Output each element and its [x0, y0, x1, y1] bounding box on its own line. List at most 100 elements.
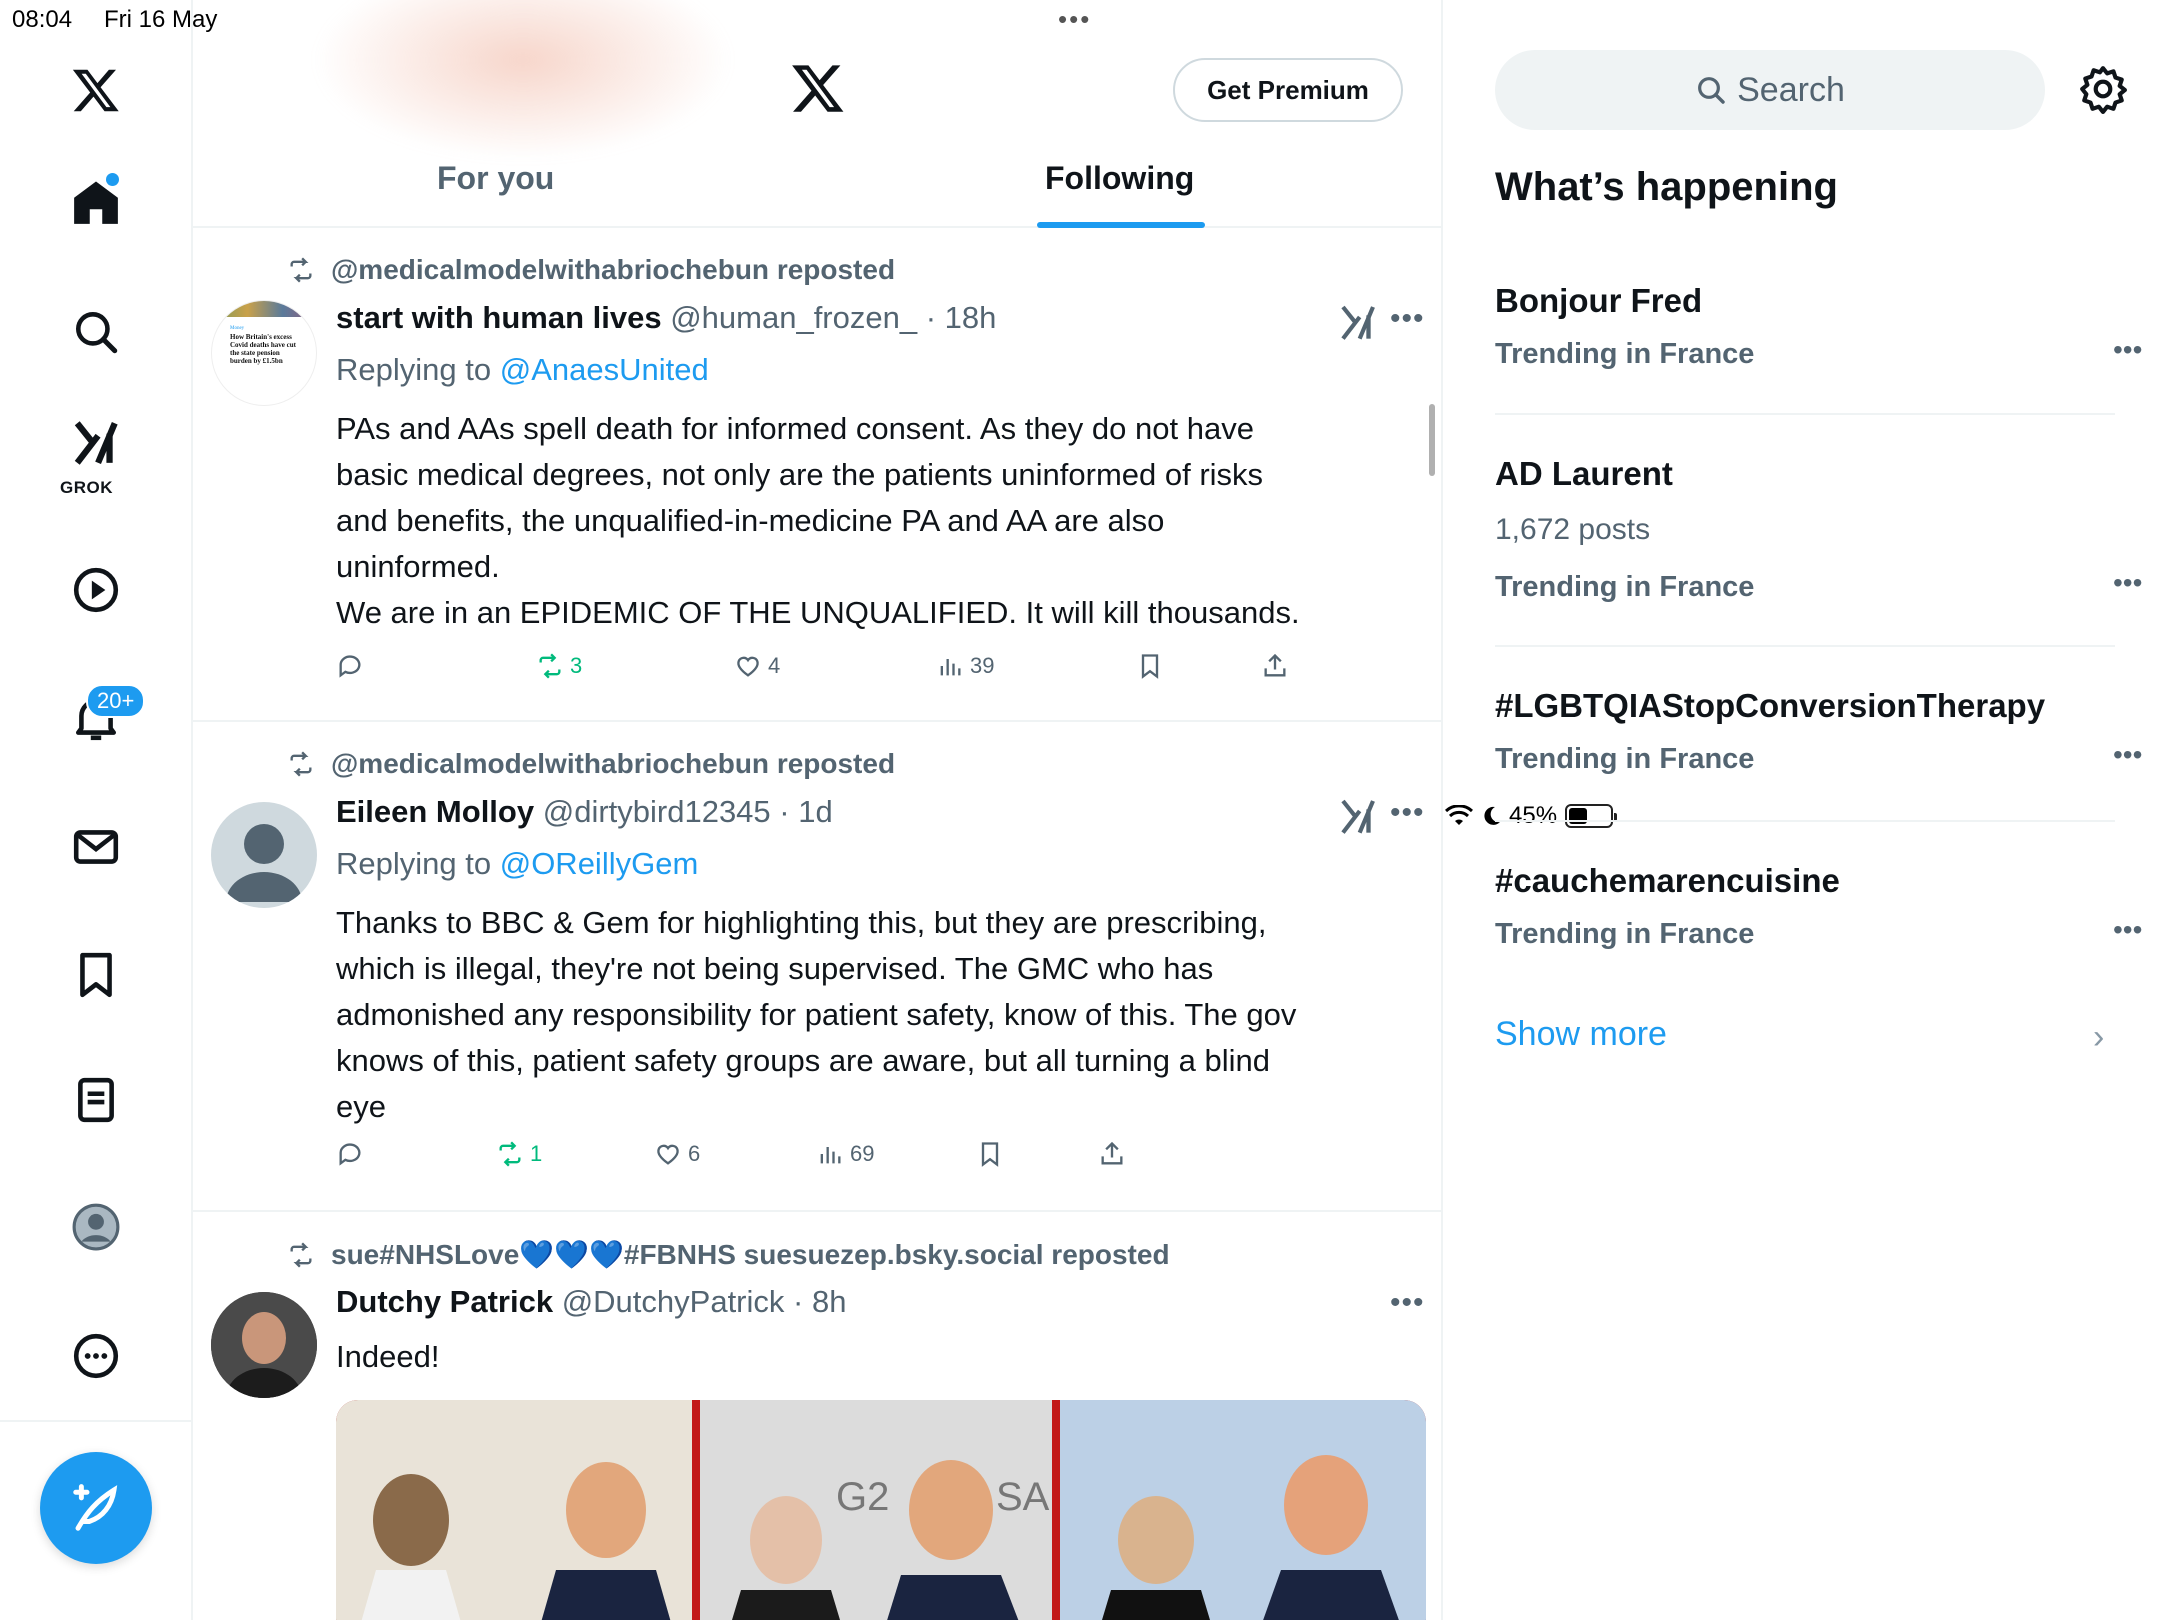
post-time[interactable]: · 8h [793, 1284, 846, 1319]
bookmark-button[interactable] [1136, 652, 1164, 680]
handle[interactable]: @human_frozen_ [670, 300, 917, 335]
search-input[interactable]: Search [1495, 50, 2045, 130]
post-author[interactable]: Dutchy Patrick @DutchyPatrick · 8h [336, 1284, 846, 1320]
repost-button[interactable]: 1 [496, 1140, 542, 1168]
views-bars-icon [820, 1147, 841, 1164]
post-actions: 3 4 39 [336, 652, 1376, 692]
profile-avatar-icon[interactable] [56, 1187, 136, 1267]
trend-more-icon[interactable]: ••• [2113, 914, 2142, 946]
display-name[interactable]: Dutchy Patrick [336, 1284, 553, 1319]
whats-happening-title: What’s happening [1495, 165, 1838, 209]
trend-context: Trending in France [1495, 918, 1755, 950]
share-button[interactable] [1261, 652, 1289, 680]
trend-item[interactable]: #LGBTQIAStopConversionTherapy Trending i… [1495, 647, 2142, 822]
trend-more-icon[interactable]: ••• [2113, 334, 2142, 366]
nav-divider [0, 1420, 193, 1422]
repost-count-icon [539, 653, 561, 679]
show-more-link[interactable]: Show more [1495, 1015, 1667, 1054]
like-button[interactable]: 4 [734, 652, 780, 680]
views-button[interactable]: 39 [936, 652, 994, 680]
default-avatar-icon [226, 824, 302, 902]
post-time[interactable]: · 1d [779, 794, 832, 829]
trend-more-icon[interactable]: ••• [2113, 567, 2142, 599]
post-more-icon[interactable]: ••• [1390, 1286, 1425, 1320]
trend-item[interactable]: Bonjour Fred Trending in France ••• [1495, 270, 2142, 415]
x-header-logo-icon[interactable] [790, 60, 846, 116]
post-time[interactable]: · 18h [926, 300, 997, 335]
grok-icon[interactable] [56, 412, 136, 472]
image-sign-text: G2 [836, 1475, 889, 1519]
trend-more-icon[interactable]: ••• [2113, 739, 2142, 771]
x-logo-icon[interactable] [56, 50, 136, 130]
get-premium-button[interactable]: Get Premium [1173, 58, 1403, 122]
explore-search-icon[interactable] [56, 292, 136, 372]
compose-post-button[interactable] [40, 1452, 152, 1564]
avatar-image-strip [212, 301, 316, 317]
post-author[interactable]: start with human lives @human_frozen_ · … [336, 300, 996, 336]
trend-name: AD Laurent [1495, 455, 1673, 492]
home-icon[interactable] [56, 163, 136, 243]
bookmarks-icon[interactable] [56, 935, 136, 1015]
lists-icon[interactable] [56, 1060, 136, 1140]
trend-name: #cauchemarencuisine [1495, 862, 1840, 899]
display-name[interactable]: start with human lives [336, 300, 662, 335]
trend-item[interactable]: #cauchemarencuisine Trending in France •… [1495, 822, 2142, 982]
trend-item[interactable]: AD Laurent 1,672 posts Trending in Franc… [1495, 415, 2142, 647]
right-sidebar: Search What’s happening Bonjour Fred Tre… [1445, 0, 2160, 1620]
repost-icon [290, 257, 312, 283]
like-button[interactable]: 6 [654, 1140, 700, 1168]
repost-button[interactable]: 3 [536, 652, 582, 680]
grok-explain-icon[interactable] [1338, 302, 1378, 342]
trend-context: Trending in France [1495, 338, 1755, 370]
post-image[interactable]: G2 SA [336, 1400, 1426, 1620]
notifications-badge: 20+ [86, 684, 146, 718]
views-bars-icon [940, 659, 961, 676]
handle[interactable]: @DutchyPatrick [562, 1284, 785, 1319]
post-body: Thanks to BBC & Gem for highlighting thi… [336, 905, 1297, 1124]
tab-following[interactable]: Following [1045, 160, 1194, 197]
post-more-icon[interactable]: ••• [1390, 796, 1425, 830]
share-icon [1264, 653, 1286, 677]
bookmark-button[interactable] [976, 1140, 1004, 1168]
settings-gear-icon[interactable] [2078, 64, 2128, 114]
avatar-photo [211, 1292, 317, 1398]
tab-for-you[interactable]: For you [437, 160, 554, 197]
post-author[interactable]: Eileen Molloy @dirtybird12345 · 1d [336, 794, 833, 830]
search-icon [1698, 77, 1725, 104]
more-options-icon[interactable] [56, 1316, 136, 1396]
post[interactable]: @medicalmodelwithabriochebun reposted Ei… [193, 722, 1441, 1212]
chevron-right-icon[interactable]: › [2093, 1018, 2104, 1057]
reply-to-link[interactable]: @AnaesUnited [500, 352, 709, 387]
left-navigation: GROK 20+ [0, 0, 193, 1620]
grok-explain-icon[interactable] [1338, 796, 1378, 836]
avatar[interactable] [211, 1292, 317, 1398]
post-more-icon[interactable]: ••• [1390, 302, 1425, 336]
video-play-icon[interactable] [56, 550, 136, 630]
post[interactable]: @medicalmodelwithabriochebun reposted Mo… [193, 228, 1441, 722]
repost-by: @medicalmodelwithabriochebun reposted [331, 748, 896, 779]
bookmark-icon [981, 1142, 999, 1167]
reply-button[interactable] [336, 652, 364, 680]
messages-envelope-icon[interactable] [56, 807, 136, 887]
repost-count-icon [499, 1141, 521, 1167]
reply-icon [339, 655, 361, 678]
share-button[interactable] [1098, 1140, 1126, 1168]
display-name[interactable]: Eileen Molloy [336, 794, 534, 829]
post-actions: 1 6 69 [336, 1140, 1376, 1180]
avatar[interactable] [211, 802, 317, 908]
image-sign-text: SA [996, 1475, 1050, 1519]
repost-by: @medicalmodelwithabriochebun reposted [331, 254, 896, 285]
views-button[interactable]: 69 [816, 1140, 874, 1168]
heart-icon [737, 656, 759, 677]
repost-context: @medicalmodelwithabriochebun reposted [285, 254, 895, 286]
repost-context: @medicalmodelwithabriochebun reposted [285, 748, 895, 780]
timeline-tabs: For you Following [193, 150, 1441, 228]
replying-to: Replying to @OReillyGem [336, 846, 699, 881]
reply-to-link[interactable]: @OReillyGem [500, 846, 699, 881]
handle[interactable]: @dirtybird12345 [543, 794, 771, 829]
trend-name: #LGBTQIAStopConversionTherapy [1495, 687, 2046, 724]
x-logo-svg [72, 69, 119, 112]
reply-button[interactable] [336, 1140, 364, 1168]
trend-post-count: 1,672 posts [1495, 513, 1651, 546]
avatar[interactable]: Money How Britain's excess Covid deaths … [211, 300, 317, 406]
